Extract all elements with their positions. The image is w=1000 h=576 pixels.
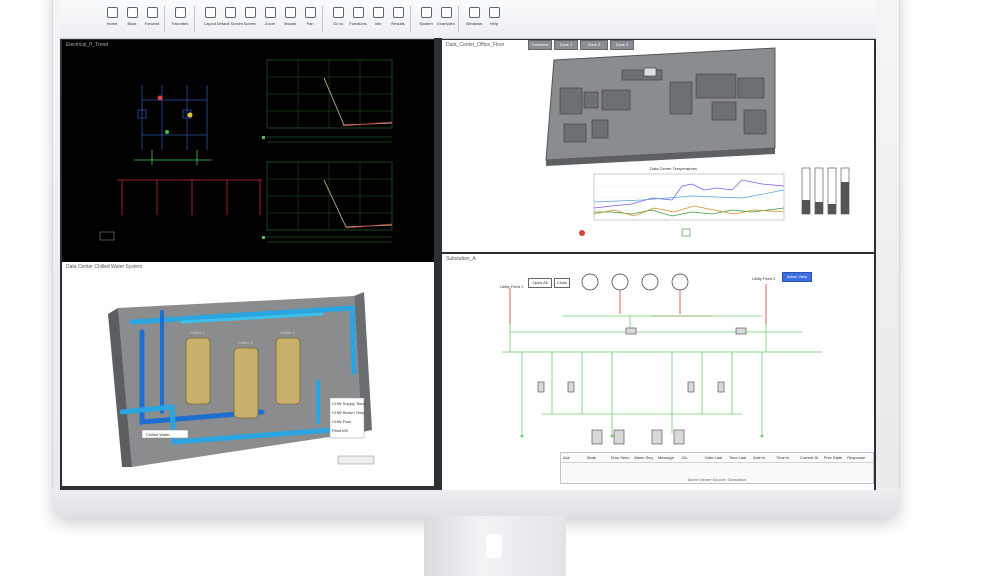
pan-button[interactable]: Pan: [298, 4, 322, 34]
results-icon: [392, 7, 404, 18]
toolbar: Home Back Forward Favorites Layout Defau…: [60, 0, 876, 39]
default-screen-icon: [224, 7, 236, 18]
column-header[interactable]: Current St: [800, 455, 824, 460]
floor-plan-graphic: Data Center Temperatures: [545, 47, 850, 237]
pane-title: Substation_A: [446, 256, 476, 262]
chiller-1-label: Chiller 1: [190, 330, 205, 335]
help-button[interactable]: Help: [482, 4, 506, 34]
alarm-view-button[interactable]: Alarm View: [782, 272, 812, 282]
tab-overview[interactable]: Overview: [528, 40, 552, 50]
column-header[interactable]: Time In: [776, 455, 800, 460]
chilled-water-pane[interactable]: Data Center Chilled Water System Chiller…: [62, 262, 434, 486]
electrical-trend-graphic: [99, 59, 393, 243]
tab-zone-3[interactable]: Zone 3: [610, 40, 634, 50]
back-icon: [126, 7, 138, 18]
chart-title: Data Center Temperatures: [650, 166, 697, 171]
favorites-button[interactable]: Favorites: [168, 4, 192, 34]
single-line-pane[interactable]: Substation_A Open All Close Alarm View U…: [442, 254, 874, 490]
column-header[interactable]: Cls: [681, 455, 705, 460]
column-header[interactable]: State: [587, 455, 611, 460]
column-header[interactable]: Time Last: [729, 455, 753, 460]
column-header[interactable]: Ack: [563, 455, 587, 460]
open-all-button[interactable]: Open All: [528, 278, 552, 288]
pane-divider: [434, 38, 442, 490]
favorites-icon: [174, 7, 186, 18]
pane-title: Data Center Chilled Water System: [66, 264, 143, 270]
help-icon: [488, 7, 500, 18]
info-icon: [372, 7, 384, 18]
zoom-icon: [264, 7, 276, 18]
chilled-water-graphic: Chiller 1 Chiller 2 Chiller 3 Chilled Wa…: [108, 292, 375, 467]
forward-button[interactable]: Forward: [140, 4, 164, 34]
alarm-table[interactable]: Ack State Time Seen Alarm Seq Message Cl…: [560, 452, 874, 484]
column-header[interactable]: Message: [658, 455, 682, 460]
utility-right-label: Utility Feed 2: [752, 276, 776, 281]
pane-title: Electrical_P_Trend: [66, 42, 109, 48]
go-to-icon: [332, 7, 344, 18]
floor-plan-pane[interactable]: Data_Center_Office_Floor Overview Zone 1…: [442, 40, 874, 252]
forward-icon: [146, 7, 158, 18]
pane-title: Data_Center_Office_Floor: [446, 42, 505, 48]
windows-icon: [468, 7, 480, 18]
functions-icon: [352, 7, 364, 18]
alarm-table-footer: Alarm Viewer Source: Substation: [687, 477, 747, 482]
monitor-chin: [52, 488, 900, 518]
column-header[interactable]: Date In: [753, 455, 777, 460]
screen-icon: [244, 7, 256, 18]
examples-button[interactable]: Examples: [434, 4, 458, 34]
column-header[interactable]: Response: [847, 455, 871, 460]
stand-cutout: [486, 534, 502, 558]
home-icon: [106, 7, 118, 18]
pan-icon: [304, 7, 316, 18]
results-button[interactable]: Results: [386, 4, 410, 34]
tab-zone-1[interactable]: Zone 1: [554, 40, 578, 50]
screen: Home Back Forward Favorites Layout Defau…: [60, 0, 876, 490]
column-header[interactable]: Alarm Seq: [634, 455, 658, 460]
close-button[interactable]: Close: [554, 278, 570, 288]
tab-zone-2[interactable]: Zone 2: [580, 40, 608, 50]
examples-icon: [440, 7, 452, 18]
visuals-icon: [284, 7, 296, 18]
column-header[interactable]: Prev State: [824, 455, 848, 460]
chiller-3-label: Chiller 3: [280, 330, 295, 335]
electrical-trend-pane[interactable]: Electrical_P_Trend: [62, 40, 434, 264]
info-line: CHW Flow: [332, 419, 351, 424]
alarm-table-header: Ack State Time Seen Alarm Seq Message Cl…: [561, 453, 873, 463]
info-line: CHW Supply Temp: [332, 401, 366, 406]
utility-left-label: Utility Feed 1: [500, 284, 524, 289]
chiller-2-label: Chiller 2: [238, 340, 253, 345]
info-line: Plant kW: [332, 428, 348, 433]
column-header[interactable]: Date Last: [705, 455, 729, 460]
overlay-button-label: Chilled Water: [146, 432, 171, 437]
info-line: CHW Return Temp: [332, 410, 366, 415]
system-icon: [420, 7, 432, 18]
layout-icon: [204, 7, 216, 18]
column-header[interactable]: Time Seen: [610, 455, 634, 460]
